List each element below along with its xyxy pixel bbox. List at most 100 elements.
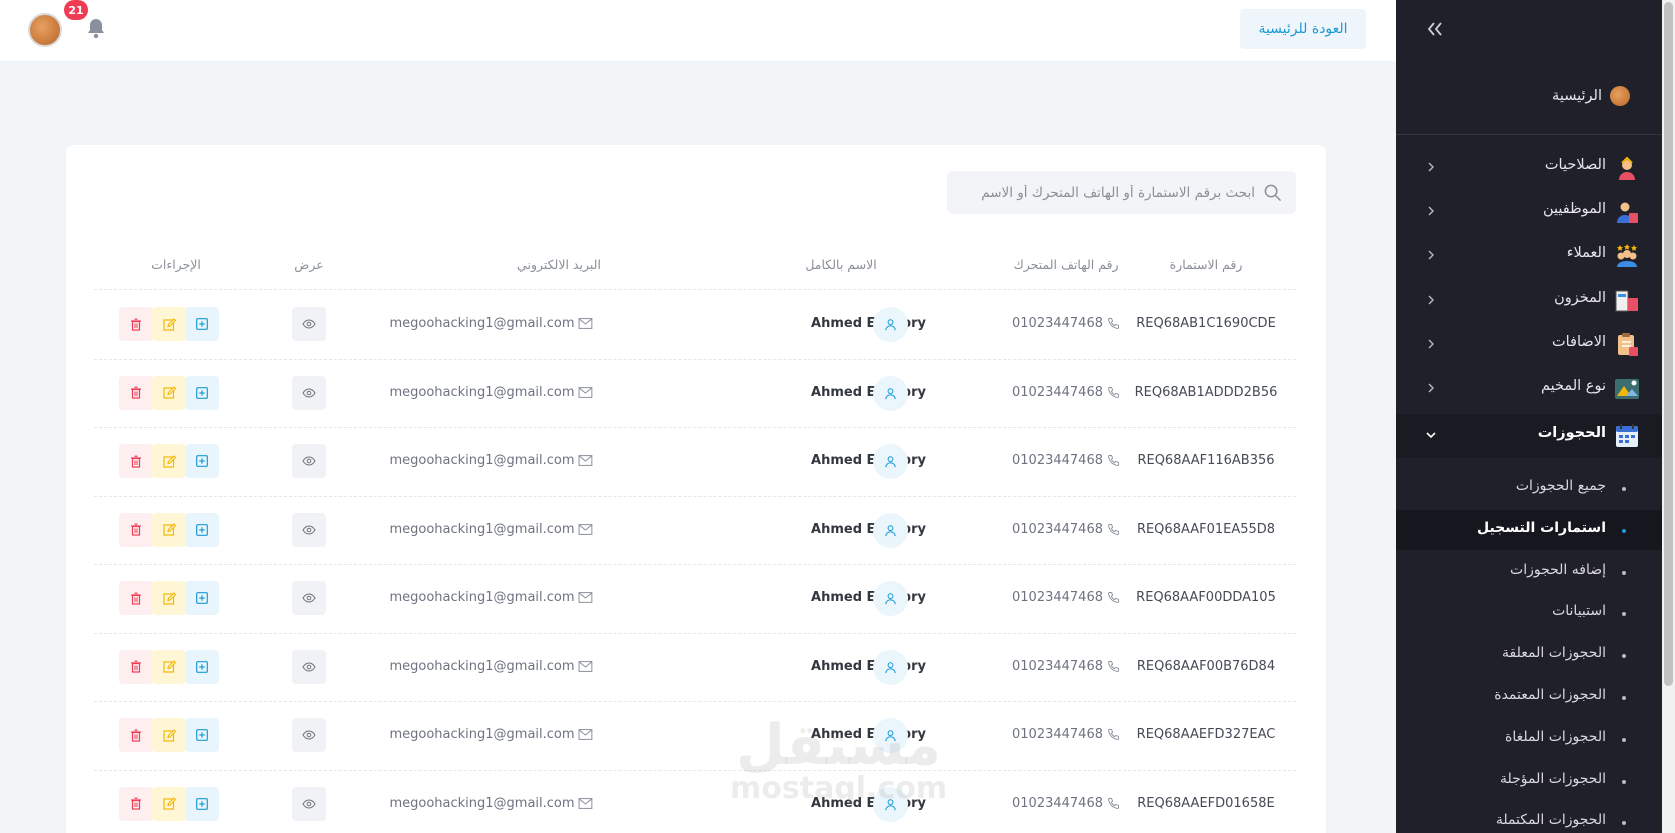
user-icon	[873, 718, 908, 753]
phone-icon	[1108, 728, 1120, 740]
add-button[interactable]	[185, 718, 219, 752]
sidebar-item-home[interactable]: الرئيسية	[1552, 86, 1630, 106]
eye-icon	[302, 661, 316, 672]
edit-button[interactable]	[152, 444, 186, 478]
full-name: Ahmed ELgabry	[811, 795, 926, 811]
phone-icon	[1108, 317, 1120, 329]
back-home-button[interactable]: العودة للرئيسية	[1240, 9, 1366, 49]
email-cell: megoohacking1@gmail.com	[389, 521, 593, 537]
delete-button[interactable]	[119, 786, 153, 821]
sidebar-subitem[interactable]: الحجوزات المؤجلة	[1396, 761, 1662, 801]
sidebar-item-bookings[interactable]: الحجوزات	[1396, 414, 1662, 458]
chevron-right-icon	[1428, 162, 1434, 172]
registration-forms-card: رقم الاستمارة رقم الهاتف المتحرك الاسم ب…	[66, 145, 1326, 833]
sidebar-item-employees[interactable]: الموظفيين	[1396, 190, 1662, 234]
page-scrollbar[interactable]	[1662, 0, 1675, 833]
delete-button[interactable]	[119, 581, 153, 615]
trash-icon	[131, 797, 141, 810]
add-button[interactable]	[185, 307, 219, 341]
eye-icon	[302, 387, 316, 398]
collapse-sidebar-icon[interactable]	[1426, 18, 1448, 40]
sidebar-subitem[interactable]: الحجوزات المكتملة	[1396, 802, 1662, 833]
edit-button[interactable]	[152, 375, 186, 410]
sidebar-subitem[interactable]: استمارات التسجيل	[1396, 509, 1662, 550]
delete-button[interactable]	[119, 307, 153, 341]
chevron-right-icon	[1428, 250, 1434, 260]
phone-cell: 01023447468	[1012, 316, 1120, 331]
add-button[interactable]	[185, 649, 219, 684]
add-button[interactable]	[185, 581, 219, 615]
add-button[interactable]	[185, 444, 219, 478]
sidebar-subitem-label: استبيانات	[1552, 603, 1606, 620]
sidebar-subitem[interactable]: جميع الحجوزات	[1396, 468, 1662, 508]
delete-button[interactable]	[119, 444, 153, 478]
add-button[interactable]	[185, 786, 219, 821]
sidebar-subitem-label: الحجوزات المعلقة	[1502, 645, 1606, 662]
view-button[interactable]	[292, 786, 326, 821]
view-button[interactable]	[292, 512, 326, 547]
search-icon	[1264, 184, 1281, 201]
email-address: megoohacking1@gmail.com	[389, 521, 575, 537]
sidebar-item-camp-type[interactable]: نوع المخيم	[1396, 367, 1662, 411]
sidebar-item-addons[interactable]: الاضافات	[1396, 323, 1662, 367]
plus-square-icon	[196, 592, 208, 604]
view-button[interactable]	[292, 718, 326, 752]
sidebar-subitem[interactable]: الحجوزات المعلقة	[1396, 635, 1662, 675]
bell-icon[interactable]	[84, 16, 108, 40]
plus-square-icon	[196, 455, 208, 467]
delete-button[interactable]	[119, 718, 153, 752]
employees-icon	[1617, 202, 1638, 223]
view-button[interactable]	[292, 375, 326, 410]
addons-icon	[1618, 333, 1638, 356]
user-icon	[873, 375, 908, 411]
delete-button[interactable]	[119, 512, 153, 547]
edit-button[interactable]	[152, 718, 186, 752]
sidebar-subitem[interactable]: الحجوزات المعتمدة	[1396, 677, 1662, 717]
edit-button[interactable]	[152, 581, 186, 615]
add-button[interactable]	[185, 375, 219, 410]
table-row: REQ68AAEFD327EAC 01023447468 Ahmed ELgab…	[66, 701, 1326, 769]
edit-button[interactable]	[152, 307, 186, 341]
phone-cell: 01023447468	[1012, 727, 1120, 742]
view-button[interactable]	[292, 649, 326, 684]
col-header-full-name: الاسم بالكامل	[805, 257, 877, 272]
edit-button[interactable]	[152, 649, 186, 684]
add-button[interactable]	[185, 512, 219, 547]
phone-icon	[1108, 523, 1120, 535]
edit-button[interactable]	[152, 512, 186, 547]
edit-icon	[162, 728, 176, 742]
trash-icon	[131, 455, 141, 468]
scrollbar-thumb[interactable]	[1664, 2, 1673, 686]
sidebar-subitem-label: الحجوزات المؤجلة	[1499, 770, 1606, 787]
sidebar-subitem[interactable]: استبيانات	[1396, 593, 1662, 633]
full-name: Ahmed ELgabry	[811, 316, 926, 331]
plus-square-icon	[196, 797, 208, 810]
full-name: Ahmed ELgabry	[811, 521, 926, 537]
sidebar-item-customers[interactable]: العملاء	[1396, 234, 1662, 278]
view-button[interactable]	[292, 444, 326, 478]
edit-button[interactable]	[152, 786, 186, 821]
phone-number: 01023447468	[1012, 384, 1103, 400]
view-button[interactable]	[292, 581, 326, 615]
user-icon	[873, 307, 908, 342]
delete-button[interactable]	[119, 649, 153, 684]
bookings-icon	[1616, 424, 1638, 447]
sidebar-item-permissions[interactable]: الصلاحيات	[1396, 146, 1662, 190]
sidebar-subitem[interactable]: الحجوزات الملغاة	[1396, 719, 1662, 759]
plus-square-icon	[196, 318, 208, 330]
envelope-icon	[578, 455, 593, 466]
plus-square-icon	[196, 523, 208, 536]
delete-button[interactable]	[119, 375, 153, 410]
user-avatar[interactable]	[28, 13, 62, 47]
sidebar-divider	[1396, 134, 1662, 135]
eye-icon	[302, 319, 316, 329]
edit-icon	[162, 591, 176, 605]
eye-icon	[302, 524, 316, 535]
sidebar-subitem[interactable]: إضافه الحجوزات	[1396, 552, 1662, 592]
search-box[interactable]	[947, 171, 1296, 214]
search-input[interactable]	[955, 171, 1255, 214]
view-button[interactable]	[292, 307, 326, 341]
sidebar-subitem-label: الحجوزات المعتمدة	[1494, 687, 1606, 703]
phone-icon	[1108, 386, 1120, 398]
sidebar-item-inventory[interactable]: المخزون	[1396, 279, 1662, 323]
